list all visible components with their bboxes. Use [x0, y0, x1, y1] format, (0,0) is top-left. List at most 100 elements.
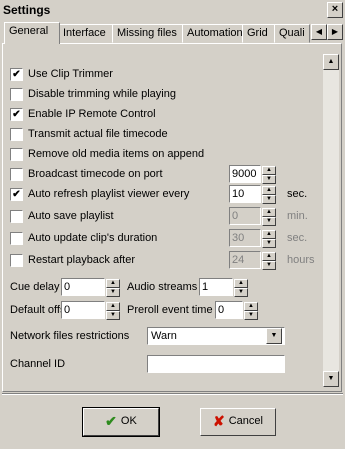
check-icon: ✔ [105, 413, 117, 430]
option-label: Enable IP Remote Control [28, 108, 156, 120]
chevron-down-icon[interactable]: ▼ [266, 328, 282, 344]
spin-arrows[interactable]: ▲ ▼ [106, 302, 120, 320]
option-label: Broadcast timecode on port [28, 168, 163, 180]
tab-grid[interactable]: Grid [242, 24, 276, 43]
option-label: Restart playback after [28, 254, 135, 266]
x-icon: ✘ [213, 413, 225, 430]
network-restrictions-label: Network files restrictions [10, 330, 130, 342]
auto-save-checkbox[interactable] [10, 209, 23, 223]
tab-general[interactable]: General [4, 22, 60, 44]
spin-down-icon[interactable]: ▼ [244, 311, 258, 320]
spin-arrows[interactable]: ▲ ▼ [262, 186, 276, 204]
spin-down-icon[interactable]: ▼ [262, 261, 276, 270]
auto-save-input[interactable]: 0 [229, 207, 261, 225]
tab-strip: General Interface Missing files Automati… [2, 22, 343, 44]
option-label: Auto update clip's duration [28, 232, 158, 244]
cue-delay-label: Cue delay [10, 281, 60, 293]
enable-ip-remote-option[interactable]: ✔ Enable IP Remote Control [10, 106, 156, 122]
tab-scroll-left-icon[interactable]: ◀ [311, 24, 327, 40]
spin-arrows[interactable]: ▲ ▼ [262, 166, 276, 184]
general-panel: ✔ Use Clip Trimmer Disable trimming while… [2, 43, 342, 392]
channel-id-input[interactable] [147, 355, 285, 373]
auto-update-duration-option[interactable]: Auto update clip's duration [10, 230, 157, 246]
vertical-scrollbar[interactable]: ▲ ▼ [323, 54, 339, 387]
remove-old-media-option[interactable]: Remove old media items on append [10, 146, 204, 162]
auto-update-input[interactable]: 30 [229, 229, 261, 247]
auto-save-unit: min. [287, 210, 308, 222]
spin-arrows[interactable]: ▲ ▼ [262, 252, 276, 270]
spin-up-icon[interactable]: ▲ [106, 302, 120, 311]
spin-arrows[interactable]: ▲ ▼ [234, 279, 248, 297]
cancel-button[interactable]: ✘ Cancel [200, 408, 276, 436]
tab-quality[interactable]: Quali [274, 24, 310, 43]
scroll-down-icon[interactable]: ▼ [323, 371, 339, 387]
spin-up-icon[interactable]: ▲ [262, 208, 276, 217]
spin-arrows[interactable]: ▲ ▼ [244, 302, 258, 320]
spin-arrows[interactable]: ▲ ▼ [106, 279, 120, 297]
disable-trimming-checkbox[interactable] [10, 87, 23, 101]
channel-id-label: Channel ID [10, 358, 66, 370]
preroll-event-time-input[interactable]: 0 [215, 301, 243, 319]
spin-arrows[interactable]: ▲ ▼ [262, 230, 276, 248]
disable-trimming-option[interactable]: Disable trimming while playing [10, 86, 176, 102]
audio-streams-input[interactable]: 1 [199, 278, 233, 296]
spin-up-icon[interactable]: ▲ [262, 252, 276, 261]
broadcast-timecode-checkbox[interactable] [10, 167, 23, 181]
transmit-timecode-option[interactable]: Transmit actual file timecode [10, 126, 168, 142]
spin-down-icon[interactable]: ▼ [106, 288, 120, 297]
spin-up-icon[interactable]: ▲ [262, 166, 276, 175]
audio-streams-label: Audio streams [127, 281, 198, 293]
tab-scroll-right-icon[interactable]: ▶ [327, 24, 343, 40]
broadcast-timecode-option[interactable]: Broadcast timecode on port [10, 166, 163, 182]
spin-up-icon[interactable]: ▲ [262, 230, 276, 239]
option-label: Auto save playlist [28, 210, 114, 222]
spin-down-icon[interactable]: ▼ [262, 239, 276, 248]
close-icon: × [331, 3, 339, 15]
spin-up-icon[interactable]: ▲ [244, 302, 258, 311]
options-area: ✔ Use Clip Trimmer Disable trimming while… [3, 44, 323, 391]
cue-delay-input[interactable]: 0 [61, 278, 105, 296]
auto-refresh-input[interactable]: 10 [229, 185, 261, 203]
ok-button[interactable]: ✔ OK [82, 407, 160, 437]
default-offset-input[interactable]: 0 [61, 301, 105, 319]
spin-up-icon[interactable]: ▲ [234, 279, 248, 288]
restart-playback-input[interactable]: 24 [229, 251, 261, 269]
spin-down-icon[interactable]: ▼ [262, 175, 276, 184]
auto-save-option[interactable]: Auto save playlist [10, 208, 114, 224]
auto-refresh-checkbox[interactable]: ✔ [10, 187, 23, 201]
preroll-event-time-label: Preroll event time [127, 304, 213, 316]
restart-playback-option[interactable]: Restart playback after [10, 252, 135, 268]
enable-ip-remote-checkbox[interactable]: ✔ [10, 107, 23, 121]
spin-up-icon[interactable]: ▲ [262, 186, 276, 195]
transmit-timecode-checkbox[interactable] [10, 127, 23, 141]
spin-arrows[interactable]: ▲ ▼ [262, 208, 276, 226]
cancel-label: Cancel [228, 415, 263, 428]
option-label: Disable trimming while playing [28, 88, 176, 100]
option-label: Remove old media items on append [28, 148, 205, 160]
option-label: Transmit actual file timecode [28, 128, 168, 140]
ok-label: OK [120, 415, 137, 428]
network-restrictions-value[interactable]: Warn [147, 327, 285, 345]
tab-interface[interactable]: Interface [58, 24, 114, 43]
broadcast-port-input[interactable]: 9000 [229, 165, 261, 183]
use-clip-trimmer-option[interactable]: ✔ Use Clip Trimmer [10, 66, 113, 82]
spin-down-icon[interactable]: ▼ [262, 217, 276, 226]
restart-playback-checkbox[interactable] [10, 253, 23, 267]
tab-missing-files[interactable]: Missing files [112, 24, 184, 43]
auto-update-unit: sec. [287, 232, 308, 244]
remove-old-media-checkbox[interactable] [10, 147, 23, 161]
scroll-up-icon[interactable]: ▲ [323, 54, 339, 70]
spin-up-icon[interactable]: ▲ [106, 279, 120, 288]
auto-refresh-unit: sec. [287, 188, 308, 200]
spin-down-icon[interactable]: ▼ [262, 195, 276, 204]
auto-refresh-option[interactable]: ✔ Auto refresh playlist viewer every [10, 186, 189, 202]
close-button[interactable]: × [327, 2, 343, 18]
use-clip-trimmer-checkbox[interactable]: ✔ [10, 67, 23, 81]
tab-automation[interactable]: Automation [182, 24, 244, 43]
spin-down-icon[interactable]: ▼ [106, 311, 120, 320]
option-label: Use Clip Trimmer [28, 68, 113, 80]
spin-down-icon[interactable]: ▼ [234, 288, 248, 297]
option-label: Auto refresh playlist viewer every [28, 188, 190, 200]
footer-divider [2, 393, 343, 395]
auto-update-duration-checkbox[interactable] [10, 231, 23, 245]
